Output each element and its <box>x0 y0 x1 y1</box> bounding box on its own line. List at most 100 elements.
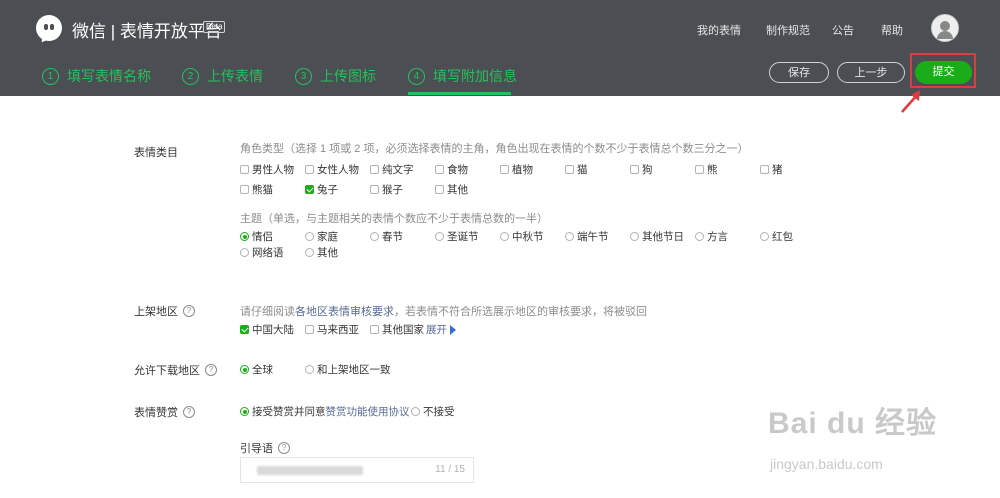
nav-guidelines[interactable]: 制作规范 <box>766 22 810 38</box>
option-label: 猴子 <box>382 184 403 196</box>
nav-my-stickers[interactable]: 我的表情 <box>697 22 741 38</box>
reward-label: 表情赞赏? <box>134 404 195 420</box>
region-option[interactable]: 中国大陆 <box>240 322 294 337</box>
option-label: 圣诞节 <box>447 231 479 243</box>
theme-option[interactable]: 春节 <box>370 229 403 244</box>
role-option[interactable]: 食物 <box>435 162 468 177</box>
checkbox[interactable] <box>370 185 379 194</box>
checkbox[interactable] <box>370 325 379 334</box>
role-option[interactable]: 猴子 <box>370 182 403 197</box>
checkbox[interactable] <box>695 165 704 174</box>
radio[interactable] <box>240 248 249 257</box>
theme-option[interactable]: 网络语 <box>240 245 284 260</box>
region-option[interactable]: 其他国家 展开 <box>370 322 456 337</box>
radio[interactable] <box>411 407 420 416</box>
reward-reject-option[interactable]: 不接受 <box>411 404 455 419</box>
theme-option[interactable]: 家庭 <box>305 229 338 244</box>
region-option[interactable]: 马来西亚 <box>305 322 359 337</box>
checkbox[interactable] <box>240 165 249 174</box>
nav-help[interactable]: 帮助 <box>881 22 903 38</box>
role-option[interactable]: 纯文字 <box>370 162 414 177</box>
option-label: 和上架地区一致 <box>317 364 391 376</box>
help-icon[interactable]: ? <box>278 442 290 454</box>
option-label: 方言 <box>707 231 728 243</box>
radio-checked[interactable] <box>240 365 249 374</box>
role-option[interactable]: 男性人物 <box>240 162 294 177</box>
reward-accept-option[interactable]: 接受赞赏并同意 赞赏功能使用协议 <box>240 404 410 419</box>
user-avatar[interactable] <box>931 14 959 42</box>
reward-agreement-link[interactable]: 赞赏功能使用协议 <box>326 404 410 419</box>
download-option[interactable]: 全球 <box>240 362 273 377</box>
role-option[interactable]: 植物 <box>500 162 533 177</box>
role-option[interactable]: 兔子 <box>305 182 338 197</box>
radio[interactable] <box>305 248 314 257</box>
role-option[interactable]: 狗 <box>630 162 653 177</box>
help-icon[interactable]: ? <box>183 305 195 317</box>
download-option[interactable]: 和上架地区一致 <box>305 362 391 377</box>
theme-option[interactable]: 其他 <box>305 245 338 260</box>
role-option[interactable]: 熊猫 <box>240 182 273 197</box>
radio[interactable] <box>435 232 444 241</box>
option-label: 马来西亚 <box>317 324 359 336</box>
blurred-text <box>257 466 363 475</box>
checkbox[interactable] <box>305 165 314 174</box>
checkbox[interactable] <box>305 325 314 334</box>
checkbox[interactable] <box>370 165 379 174</box>
radio[interactable] <box>695 232 704 241</box>
theme-option[interactable]: 端午节 <box>565 229 609 244</box>
save-button[interactable]: 保存 <box>769 62 829 83</box>
checkbox[interactable] <box>630 165 639 174</box>
radio-checked[interactable] <box>240 407 249 416</box>
checkbox[interactable] <box>760 165 769 174</box>
checkbox-checked[interactable] <box>305 185 314 194</box>
option-label: 网络语 <box>252 247 284 259</box>
option-label: 食物 <box>447 164 468 176</box>
checkbox[interactable] <box>240 185 249 194</box>
role-option[interactable]: 其他 <box>435 182 468 197</box>
theme-option[interactable]: 方言 <box>695 229 728 244</box>
radio-checked[interactable] <box>240 232 249 241</box>
role-option[interactable]: 女性人物 <box>305 162 359 177</box>
option-label: 熊 <box>707 164 718 176</box>
theme-option[interactable]: 中秋节 <box>500 229 544 244</box>
radio[interactable] <box>370 232 379 241</box>
region-label: 上架地区? <box>134 303 195 319</box>
option-label: 红包 <box>772 231 793 243</box>
category-label: 表情类目 <box>134 144 178 160</box>
radio[interactable] <box>760 232 769 241</box>
checkbox-checked[interactable] <box>240 325 249 334</box>
theme-option[interactable]: 圣诞节 <box>435 229 479 244</box>
expand-arrow-icon[interactable] <box>450 324 456 335</box>
step-label: 填写表情名称 <box>67 68 151 84</box>
step-4: 4 填写附加信息 <box>408 66 517 86</box>
option-label: 兔子 <box>317 184 338 196</box>
step-label: 填写附加信息 <box>433 68 517 84</box>
option-label: 其他 <box>317 247 338 259</box>
checkbox[interactable] <box>565 165 574 174</box>
theme-option[interactable]: 情侣 <box>240 229 273 244</box>
region-requirements-link[interactable]: 各地区表情审核要求 <box>295 306 394 318</box>
help-icon[interactable]: ? <box>205 364 217 376</box>
expand-link[interactable]: 展开 <box>426 322 447 337</box>
radio[interactable] <box>630 232 639 241</box>
checkbox[interactable] <box>500 165 509 174</box>
option-label: 植物 <box>512 164 533 176</box>
checkbox[interactable] <box>435 185 444 194</box>
theme-option[interactable]: 其他节日 <box>630 229 684 244</box>
role-option[interactable]: 猫 <box>565 162 588 177</box>
prev-step-button[interactable]: 上一步 <box>837 62 905 83</box>
radio[interactable] <box>565 232 574 241</box>
theme-option[interactable]: 红包 <box>760 229 793 244</box>
radio[interactable] <box>305 232 314 241</box>
nav-announcements[interactable]: 公告 <box>832 22 854 38</box>
radio[interactable] <box>305 365 314 374</box>
role-option[interactable]: 熊 <box>695 162 718 177</box>
option-label: 纯文字 <box>382 164 414 176</box>
help-icon[interactable]: ? <box>183 406 195 418</box>
submit-button[interactable]: 提交 <box>915 61 972 84</box>
checkbox[interactable] <box>435 165 444 174</box>
radio[interactable] <box>500 232 509 241</box>
guide-text-input[interactable]: 11 / 15 <box>240 457 474 483</box>
option-label: 其他节日 <box>642 231 684 243</box>
role-option[interactable]: 猪 <box>760 162 783 177</box>
